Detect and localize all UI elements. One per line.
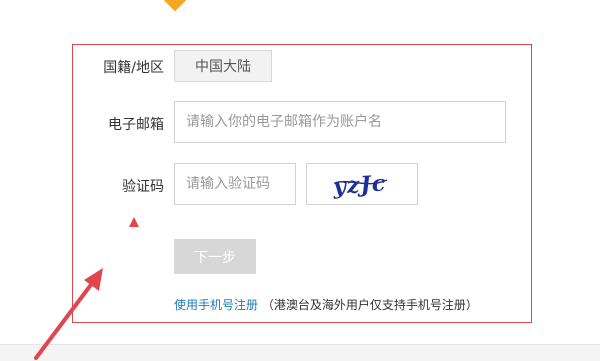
email-label: 电子邮箱 [108, 117, 164, 133]
captcha-input[interactable] [174, 163, 296, 205]
captcha-image[interactable]: yzJc [306, 163, 418, 205]
region-select[interactable]: 中国大陆 [174, 50, 272, 82]
captcha-graphic: yzJc [331, 170, 388, 199]
phone-register-note: （港澳台及海外用户仅支持手机号注册） [261, 298, 478, 312]
captcha-text: yzJc [331, 170, 387, 199]
warning-triangle-icon [129, 217, 139, 227]
top-marker-icon [163, 0, 187, 12]
region-label: 国籍/地区 [103, 60, 164, 76]
email-input[interactable] [174, 101, 506, 143]
phone-register-link[interactable]: 使用手机号注册 [174, 298, 258, 312]
phone-register-line: 使用手机号注册 （港澳台及海外用户仅支持手机号注册） [174, 296, 478, 313]
next-step-button[interactable]: 下一步 [174, 239, 256, 274]
captcha-label: 验证码 [122, 179, 164, 195]
bottom-bar [0, 344, 600, 361]
